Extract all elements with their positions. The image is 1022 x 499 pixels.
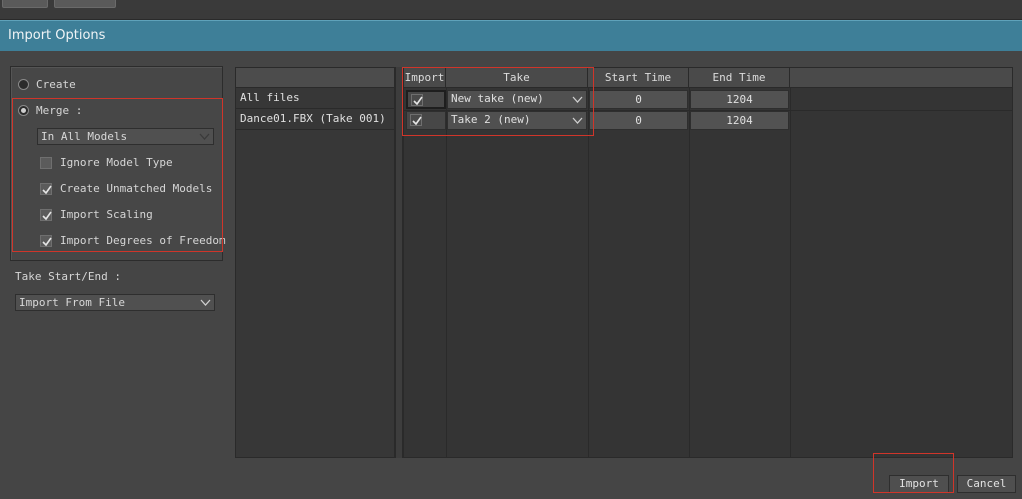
- end-time-field[interactable]: 1204: [690, 111, 789, 130]
- merge-label: Merge :: [36, 104, 83, 117]
- take-name-dropdown[interactable]: Take 2 (new): [447, 111, 587, 130]
- cancel-button[interactable]: Cancel: [957, 475, 1016, 493]
- column-header-take[interactable]: Take: [446, 68, 588, 88]
- import-scaling-checkbox[interactable]: [40, 209, 52, 221]
- file-list-item-label: All files: [240, 91, 300, 104]
- take-start-end-dropdown[interactable]: Import From File: [15, 294, 215, 311]
- file-list-header: [236, 68, 394, 88]
- take-name-value: New take (new): [451, 92, 544, 105]
- dialog-title: Import Options: [8, 28, 106, 43]
- file-list-item[interactable]: All files: [236, 88, 394, 109]
- chevron-down-icon: [572, 117, 583, 124]
- checkmark-icon: [412, 116, 422, 126]
- toolbar-button-display[interactable]: [54, 0, 116, 8]
- column-header-empty: [790, 68, 1012, 88]
- import-scaling-label: Import Scaling: [60, 208, 153, 221]
- takes-table: Import Take Start Time End Time New take…: [403, 67, 1013, 458]
- take-name-value: Take 2 (new): [451, 113, 531, 126]
- merge-radio[interactable]: [18, 105, 29, 116]
- take-start-end-value: Import From File: [19, 296, 125, 309]
- column-header-end-time[interactable]: End Time: [689, 68, 790, 88]
- checkmark-icon: [42, 237, 52, 247]
- create-label: Create: [36, 78, 76, 91]
- column-divider: [689, 88, 690, 458]
- chevron-down-icon: [200, 299, 211, 306]
- merge-target-dropdown[interactable]: In All Models: [37, 128, 214, 145]
- column-header-start-time[interactable]: Start Time: [588, 68, 689, 88]
- import-degrees-of-freedom-checkbox[interactable]: [40, 235, 52, 247]
- file-list-item-label: Dance01.FBX (Take 001): [240, 112, 386, 125]
- merge-target-value: In All Models: [41, 130, 128, 143]
- toolbar-button-new[interactable]: [2, 0, 48, 8]
- column-divider: [588, 88, 589, 458]
- import-degrees-of-freedom-label: Import Degrees of Freedom: [60, 234, 226, 247]
- panel-splitter[interactable]: [395, 67, 403, 458]
- start-time-field[interactable]: 0: [589, 111, 688, 130]
- chevron-down-icon: [572, 96, 583, 103]
- column-divider: [790, 88, 791, 458]
- checkmark-icon: [413, 96, 423, 106]
- file-list-item[interactable]: Dance01.FBX (Take 001): [236, 109, 394, 130]
- create-radio[interactable]: [18, 79, 29, 90]
- ignore-model-type-label: Ignore Model Type: [60, 156, 173, 169]
- start-time-field[interactable]: 0: [589, 90, 688, 109]
- checkmark-icon: [42, 185, 52, 195]
- checkbox: [411, 94, 423, 106]
- take-import-checkbox[interactable]: [406, 111, 446, 130]
- take-name-dropdown[interactable]: New take (new): [447, 90, 587, 109]
- column-divider: [446, 88, 447, 458]
- column-header-import[interactable]: Import: [404, 68, 446, 88]
- file-list: All files Dance01.FBX (Take 001): [235, 67, 395, 458]
- take-start-end-label: Take Start/End :: [15, 270, 121, 283]
- create-unmatched-models-label: Create Unmatched Models: [60, 182, 213, 195]
- checkbox: [410, 114, 422, 126]
- end-time-field[interactable]: 1204: [690, 90, 789, 109]
- import-button[interactable]: Import: [889, 475, 949, 493]
- checkmark-icon: [42, 211, 52, 221]
- top-toolbar-strip: [0, 0, 1022, 20]
- chevron-down-icon: [199, 133, 210, 140]
- create-unmatched-models-checkbox[interactable]: [40, 183, 52, 195]
- dialog-title-bar: Import Options: [0, 20, 1022, 51]
- take-import-checkbox[interactable]: [406, 90, 446, 109]
- ignore-model-type-checkbox[interactable]: [40, 157, 52, 169]
